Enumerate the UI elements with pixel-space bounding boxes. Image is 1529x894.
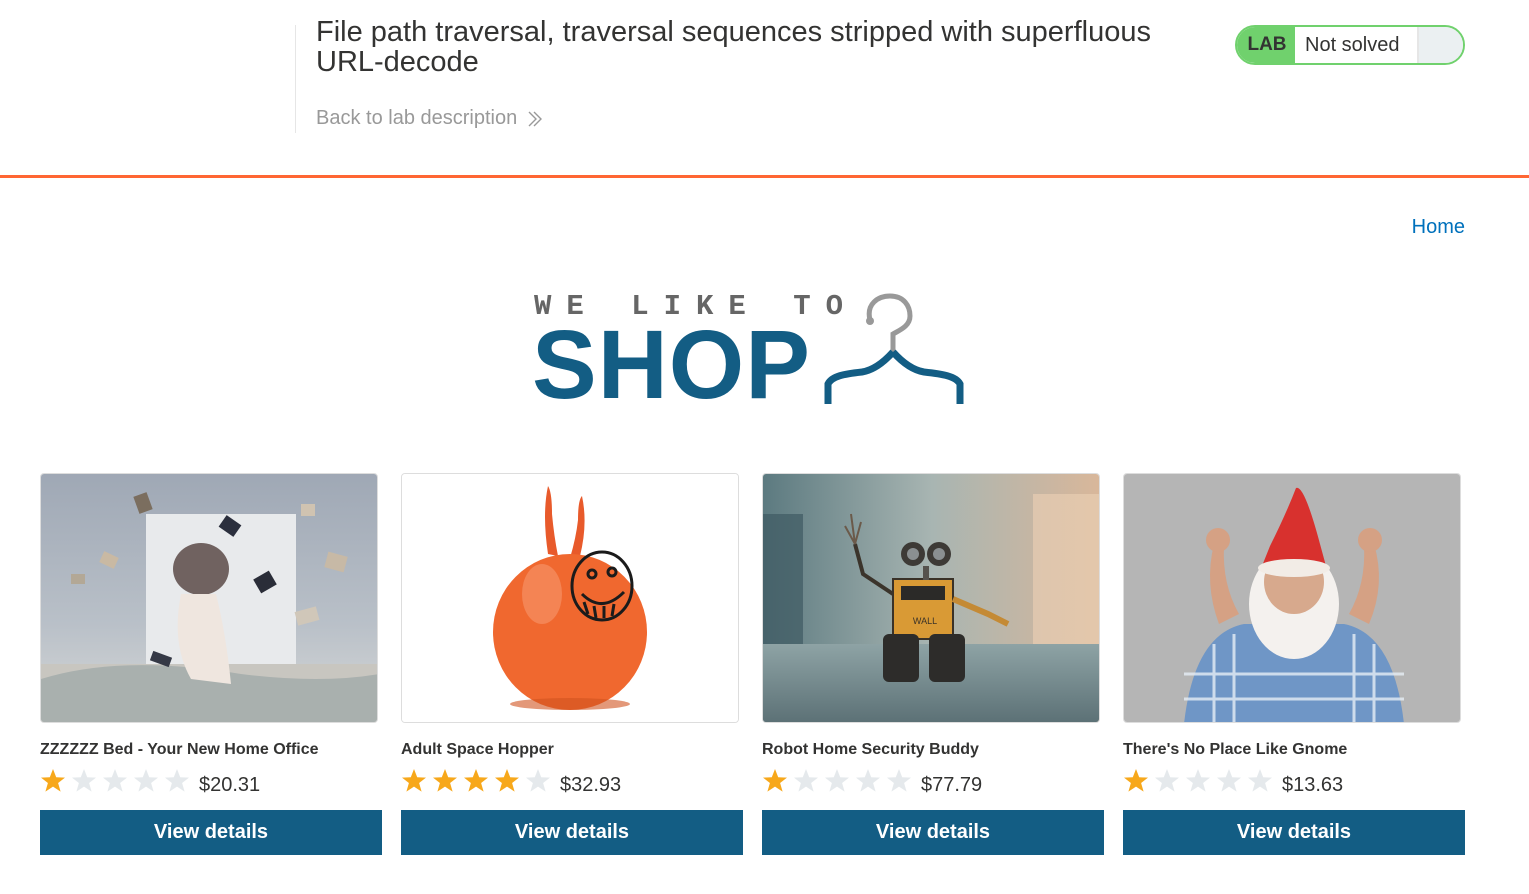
star-filled-icon xyxy=(402,769,426,792)
product-image[interactable]: WALL xyxy=(762,473,1100,723)
product-card: There's No Place Like Gnome $13.63 View … xyxy=(1123,473,1465,855)
product-name: There's No Place Like Gnome xyxy=(1123,741,1348,758)
rating-stars xyxy=(401,768,556,796)
star-filled-icon xyxy=(1124,769,1148,792)
product-card: Adult Space Hopper $32.93 View details xyxy=(401,473,743,855)
star-empty-icon xyxy=(887,769,911,792)
star-empty-icon xyxy=(1155,769,1179,792)
rating-stars xyxy=(762,768,917,796)
star-empty-icon xyxy=(526,769,550,792)
product-price: $32.93 xyxy=(560,773,622,796)
star-empty-icon xyxy=(1217,769,1241,792)
star-empty-icon xyxy=(1248,769,1272,792)
lab-title: File path traversal, traversal sequences… xyxy=(316,16,1151,78)
star-empty-icon xyxy=(72,769,96,792)
header-divider xyxy=(295,25,296,133)
product-image[interactable] xyxy=(40,473,378,723)
rating-stars xyxy=(1123,768,1278,796)
star-filled-icon xyxy=(41,769,65,792)
shop-logo[interactable]: WE LIKE TO SHOP xyxy=(532,290,976,419)
lab-status-text: Not solved xyxy=(1295,27,1419,63)
product-card: ZZZZZZ Bed - Your New Home Office $20.31… xyxy=(40,473,382,855)
star-empty-icon xyxy=(856,769,880,792)
product-price: $77.79 xyxy=(921,773,983,796)
product-name: Adult Space Hopper xyxy=(401,741,554,758)
view-details-button[interactable]: View details xyxy=(401,810,743,855)
star-filled-icon xyxy=(433,769,457,792)
product-name: Robot Home Security Buddy xyxy=(762,741,979,758)
star-empty-icon xyxy=(1186,769,1210,792)
view-details-button[interactable]: View details xyxy=(40,810,382,855)
lab-header: File path traversal, traversal sequences… xyxy=(0,0,1529,178)
view-details-button[interactable]: View details xyxy=(1123,810,1465,855)
lab-status-indicator xyxy=(1419,27,1463,63)
star-empty-icon xyxy=(825,769,849,792)
product-image[interactable] xyxy=(1123,473,1461,723)
view-details-button[interactable]: View details xyxy=(762,810,1104,855)
product-price: $13.63 xyxy=(1282,773,1344,796)
back-to-lab-description-link[interactable]: Back to lab description xyxy=(316,107,544,130)
star-filled-icon xyxy=(763,769,787,792)
lab-status-widget: LAB Not solved xyxy=(1235,25,1465,65)
star-empty-icon xyxy=(103,769,127,792)
logo-brand: SHOP xyxy=(532,310,811,419)
star-filled-icon xyxy=(495,769,519,792)
rating-stars xyxy=(40,768,195,796)
star-empty-icon xyxy=(794,769,818,792)
double-chevron-right-icon xyxy=(528,111,543,126)
home-link[interactable]: Home xyxy=(1412,216,1465,239)
star-empty-icon xyxy=(134,769,158,792)
back-link-label: Back to lab description xyxy=(316,107,518,129)
product-name: ZZZZZZ Bed - Your New Home Office xyxy=(40,741,319,758)
hanger-icon xyxy=(824,293,964,404)
product-image[interactable] xyxy=(401,473,739,723)
product-price: $20.31 xyxy=(199,773,261,796)
lab-badge: LAB xyxy=(1237,27,1295,63)
star-filled-icon xyxy=(464,769,488,792)
product-card: WALL Robot Home Security Buddy $77.79 Vi… xyxy=(762,473,1104,855)
star-empty-icon xyxy=(165,769,189,792)
svg-text:WALL: WALL xyxy=(913,616,937,626)
